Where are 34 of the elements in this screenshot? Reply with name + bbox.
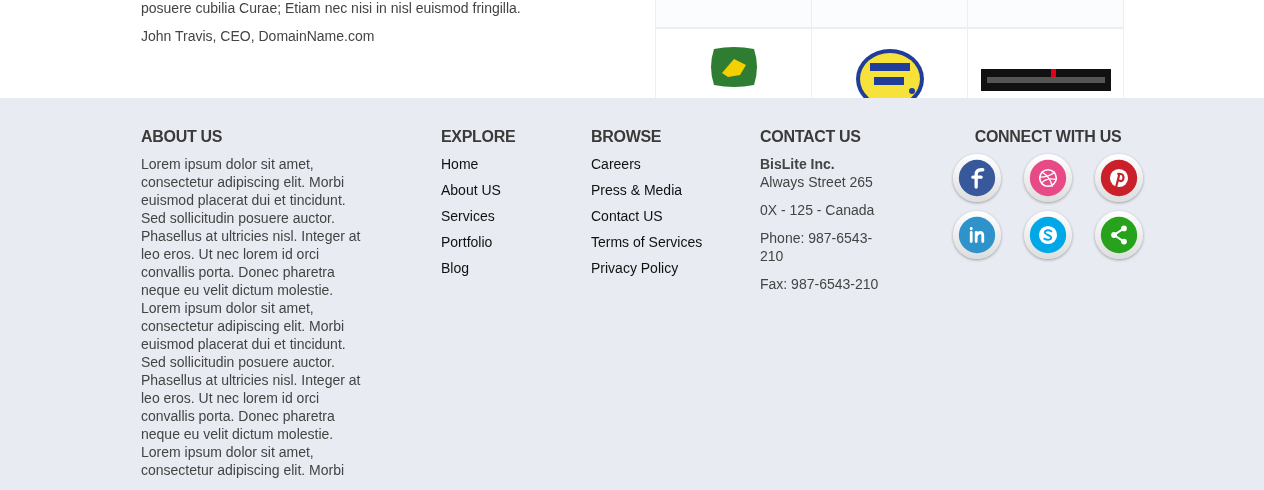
footer-link[interactable]: Press & Media <box>591 181 683 199</box>
social-link[interactable] <box>1095 154 1143 202</box>
footer-link[interactable]: Terms of Services <box>591 233 703 251</box>
footer-link[interactable]: Careers <box>591 155 641 173</box>
about-text: Lorem ipsum dolor sit amet, consectetur adipiscing elit. Morbi euismod placerat dui et tincidunt. Sed sollicitudin posuere auctor. Phasellus at ultricies nisl. Integer at leo eros. Ut nec lorem id orci convallis porta. Donec pharetra neque eu velit dictum molestie. Lorem ipsum dolor sit amet, consectetur adipiscing elit. Morbi euismod placerat dui et tincidunt. Sed sollicitudin posuere auctor. Phasellus at ultricies nisl. Integer at leo eros. Ut nec lorem id orci convallis porta. Donec pharetra neque eu velit dictum molestie. Lorem ipsum dolor sit amet, consectetur adipiscing elit. Morbi <box>141 155 362 479</box>
facebook-icon <box>958 159 996 197</box>
social-link[interactable] <box>953 211 1001 259</box>
section-heading: ABOUT US <box>141 128 224 146</box>
testimonial-text: posuere cubilia Curae; Etiam nec nisi in nisl euismod fringilla. <box>141 0 522 18</box>
share-button[interactable] <box>1095 211 1143 259</box>
contact-line: 0X - 125 - Canada <box>760 201 876 219</box>
dribbble-icon <box>1029 159 1067 197</box>
section-heading: BROWSE <box>591 128 663 146</box>
footer-link[interactable]: Contact US <box>591 207 663 225</box>
social-link[interactable] <box>953 154 1001 202</box>
pinterest-icon <box>1100 159 1138 197</box>
linkedin-icon <box>958 216 996 254</box>
footer-link[interactable]: Blog <box>441 259 470 277</box>
section-heading: CONNECT WITH US <box>974 128 1122 146</box>
footer-link[interactable]: Portfolio <box>441 233 493 251</box>
skype-icon <box>1029 216 1067 254</box>
testimonial-author: John Travis, CEO, DomainName.com <box>141 27 376 46</box>
company-name: BisLite Inc. <box>760 155 836 173</box>
footer-link[interactable]: Home <box>441 155 479 173</box>
footer-link[interactable]: About US <box>441 181 501 199</box>
contact-line: Phone: 987-6543-210 <box>760 229 874 265</box>
contact-line: Always Street 265 <box>760 173 874 191</box>
footer-link[interactable]: Services <box>441 207 495 225</box>
section-heading: CONTACT US <box>760 128 862 146</box>
section-heading: EXPLORE <box>441 128 517 146</box>
social-link[interactable] <box>1024 154 1072 202</box>
contact-line: Fax: 987-6543-210 <box>760 275 880 293</box>
footer-link[interactable]: Privacy Policy <box>591 259 679 277</box>
share-icon <box>1100 216 1138 254</box>
